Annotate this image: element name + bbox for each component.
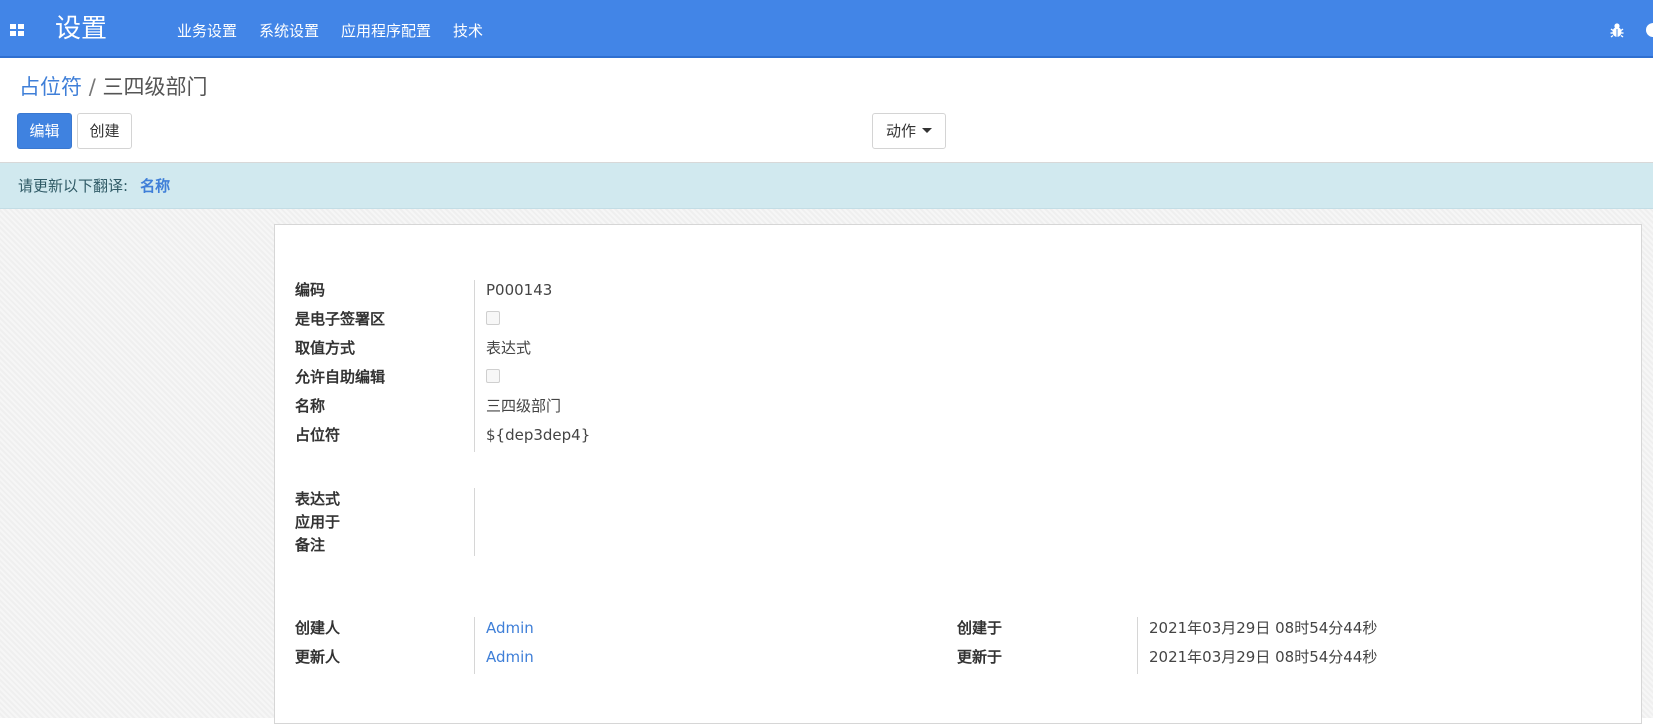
field-label-placeholder: 占位符	[295, 426, 341, 444]
self-edit-checkbox[interactable]	[486, 369, 500, 383]
caret-down-icon	[922, 128, 932, 133]
field-value-placeholder: ${dep3dep4}	[486, 426, 591, 444]
field-label-applies-to: 应用于	[295, 513, 341, 531]
action-dropdown-button[interactable]: 动作	[872, 113, 946, 149]
group-divider	[474, 488, 475, 556]
alert-translation-link[interactable]: 名称	[140, 177, 170, 195]
field-value-name: 三四级部门	[486, 397, 562, 415]
edit-button[interactable]: 编辑	[17, 113, 72, 149]
group-divider	[1137, 617, 1138, 674]
field-label-method: 取值方式	[295, 339, 356, 357]
app-brand-title[interactable]: 设置	[55, 12, 107, 46]
field-label-self-edit: 允许自助编辑	[295, 368, 386, 386]
breadcrumb-parent-link[interactable]: 占位符	[19, 75, 82, 99]
menu-item-system-settings[interactable]: 系统设置	[259, 19, 319, 43]
field-value-updated-on: 2021年03月29日 08时54分44秒	[1149, 648, 1378, 666]
field-label-code: 编码	[295, 281, 326, 299]
field-label-updated-on: 更新于	[957, 648, 1003, 666]
breadcrumb-separator: /	[88, 75, 96, 99]
chat-icon[interactable]	[1644, 22, 1653, 38]
menu-item-business-settings[interactable]: 业务设置	[177, 19, 237, 43]
creator-link[interactable]: Admin	[486, 618, 534, 638]
action-button-label: 动作	[885, 122, 916, 140]
field-value-created-on: 2021年03月29日 08时54分44秒	[1149, 619, 1378, 637]
field-label-expression: 表达式	[295, 490, 341, 508]
group-divider	[474, 617, 475, 674]
field-value-code: P000143	[486, 281, 553, 299]
field-label-name: 名称	[295, 397, 326, 415]
bug-icon[interactable]	[1610, 22, 1624, 38]
create-button[interactable]: 创建	[77, 113, 132, 149]
top-navbar: 设置 业务设置 系统设置 应用程序配置 技术	[0, 0, 1653, 58]
field-label-esign: 是电子签署区	[295, 310, 386, 328]
group-divider	[474, 280, 475, 452]
field-label-creator: 创建人	[295, 619, 341, 637]
control-panel: 占位符 / 三四级部门 编辑 创建 动作	[0, 58, 1653, 163]
apps-grid-icon[interactable]	[10, 24, 25, 36]
esign-checkbox[interactable]	[486, 311, 500, 325]
field-value-method: 表达式	[486, 339, 532, 357]
translation-alert: 请更新以下翻译: 名称	[0, 163, 1653, 209]
menu-item-technical[interactable]: 技术	[453, 19, 483, 43]
top-menu: 业务设置 系统设置 应用程序配置 技术	[177, 19, 483, 43]
breadcrumb: 占位符 / 三四级部门	[19, 72, 207, 102]
field-label-updater: 更新人	[295, 648, 341, 666]
breadcrumb-current: 三四级部门	[102, 75, 208, 99]
form-sheet: 编码 P000143 是电子签署区 取值方式 表达式 允许自助编辑 名称 三四级…	[274, 224, 1642, 724]
menu-item-app-config[interactable]: 应用程序配置	[341, 19, 431, 43]
field-label-notes: 备注	[295, 536, 326, 554]
updater-link[interactable]: Admin	[486, 647, 534, 667]
field-label-created-on: 创建于	[957, 619, 1003, 637]
alert-text: 请更新以下翻译:	[18, 177, 129, 195]
